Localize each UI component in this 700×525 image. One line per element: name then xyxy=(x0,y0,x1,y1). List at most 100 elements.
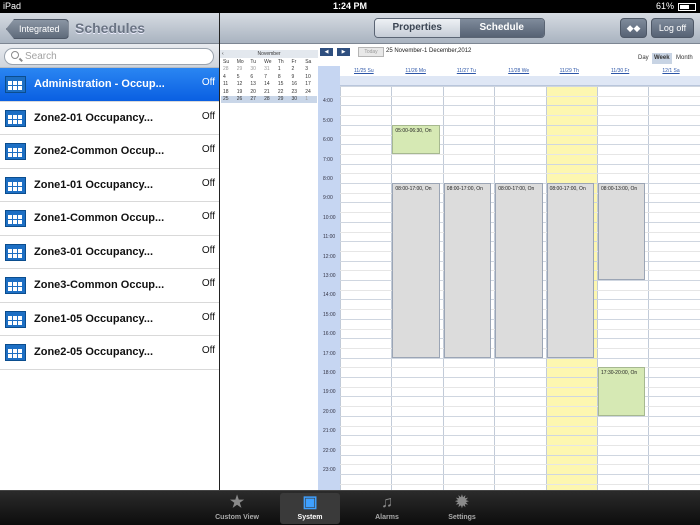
hour-label: 4:00 xyxy=(323,98,333,105)
schedule-state: Off xyxy=(201,211,215,222)
mini-calendar-day[interactable]: 21 xyxy=(262,88,276,96)
mini-calendar: ‹ November Su Mo Tu We Th Fr Sa 28 29 30 31 1 2 3 4 5 6 7… xyxy=(220,50,318,103)
schedule-name: Zone2-01 Occupancy... xyxy=(34,111,154,124)
schedule-name: Zone1-05 Occupancy... xyxy=(34,312,154,325)
mini-calendar-dow: Th xyxy=(277,58,284,65)
event-label: 08:00-17:00, On xyxy=(395,186,432,192)
mini-calendar-day[interactable]: 30 xyxy=(248,66,262,74)
half-hour-line xyxy=(340,406,700,408)
mini-calendar-day[interactable]: 30 xyxy=(289,95,304,103)
schedule-list-item[interactable]: Zone2-01 Occupancy... Off xyxy=(0,102,219,135)
search-input[interactable]: Search xyxy=(4,48,214,65)
mini-calendar-day[interactable]: 22 xyxy=(276,88,290,96)
mini-calendar-dow: Sa xyxy=(305,58,312,65)
mini-calendar-day[interactable]: 12 xyxy=(235,81,249,89)
mini-calendar-day[interactable]: 4 xyxy=(221,73,235,81)
mini-calendar-day[interactable]: 27 xyxy=(248,95,263,103)
day-header[interactable]: 11/30 Fr xyxy=(597,66,648,76)
schedule-list-item[interactable]: Zone1-Common Occup... Off xyxy=(0,202,219,236)
schedule-list-item[interactable]: Zone2-Common Occup... Off xyxy=(0,135,219,169)
schedule-state: Off xyxy=(201,177,215,189)
today-button[interactable]: Today xyxy=(358,47,384,57)
next-week-button[interactable]: ▶ xyxy=(337,48,350,56)
back-button[interactable]: Integrated xyxy=(6,19,69,39)
week-view-button[interactable]: Week xyxy=(652,53,672,64)
schedule-list-item[interactable]: Zone3-01 Occupancy... Off xyxy=(0,236,219,269)
schedule-list-item[interactable]: Zone1-01 Occupancy... Off xyxy=(0,169,219,202)
event-label: 17:30-20:00, On xyxy=(601,370,638,377)
day-column[interactable] xyxy=(597,86,648,490)
mini-calendar-day[interactable]: 17 xyxy=(303,81,317,89)
prev-week-button[interactable]: ◀ xyxy=(320,48,333,56)
mini-calendar-week: 28 29 30 31 1 2 3 xyxy=(221,66,317,74)
schedule-list-item[interactable]: Zone2-05 Occupancy... Off xyxy=(0,336,219,370)
hour-line xyxy=(340,105,700,107)
day-header[interactable]: 11/26 Mo xyxy=(391,66,442,76)
tab-schedule[interactable]: Schedule xyxy=(459,19,544,37)
mini-calendar-day[interactable]: 10 xyxy=(303,73,317,81)
mini-calendar-day[interactable]: 24 xyxy=(303,88,317,96)
log-off-button[interactable]: Log off xyxy=(651,18,694,38)
day-column[interactable] xyxy=(340,86,391,490)
hour-label: 15:00 xyxy=(323,311,336,318)
schedule-event[interactable]: 08:00-17:00, On xyxy=(495,183,543,358)
mini-calendar-day[interactable]: 25 xyxy=(221,95,235,103)
schedule-event[interactable]: 05:00-06:30, On xyxy=(392,124,440,154)
mini-calendar-day[interactable]: 15 xyxy=(276,81,290,89)
mini-calendar-day[interactable]: 19 xyxy=(235,88,249,96)
day-view-button[interactable]: Day xyxy=(636,53,651,64)
mini-calendar-day[interactable]: 7 xyxy=(262,73,276,81)
schedule-list-item[interactable]: Zone1-05 Occupancy... Off xyxy=(0,303,219,336)
battery-icon xyxy=(678,3,696,11)
schedule-icon xyxy=(5,243,26,261)
building-icon: ▣ xyxy=(302,494,318,511)
tab-settings[interactable]: ✹ Settings xyxy=(432,493,492,524)
tab-system[interactable]: ▣ System xyxy=(280,493,340,524)
prev-month-icon[interactable]: ‹ xyxy=(222,50,224,58)
mini-calendar-day[interactable]: 20 xyxy=(248,88,262,96)
tab-custom-view[interactable]: ★ Custom View xyxy=(207,493,267,524)
mini-calendar-day[interactable]: 11 xyxy=(221,81,235,89)
schedule-event[interactable]: 17:30-20:00, On xyxy=(598,367,646,416)
mini-calendar-day[interactable]: 16 xyxy=(290,81,304,89)
mini-calendar-day[interactable]: 8 xyxy=(276,73,290,81)
schedule-list-item[interactable]: Administration - Occup... Off xyxy=(0,68,219,102)
mini-calendar-day[interactable]: 2 xyxy=(290,66,304,74)
mini-calendar-day[interactable]: 13 xyxy=(248,81,262,89)
day-header[interactable]: 11/27 Tu xyxy=(443,66,494,76)
mini-calendar-day[interactable]: 1 xyxy=(276,66,290,74)
mini-calendar-day[interactable]: 14 xyxy=(262,81,276,89)
tab-alarms[interactable]: ♫ Alarms xyxy=(357,493,417,524)
mini-calendar-day[interactable]: 3 xyxy=(303,66,317,74)
day-header[interactable]: 12/1 Sa xyxy=(648,66,699,76)
day-header[interactable]: 11/29 Th xyxy=(546,66,597,76)
sync-button[interactable]: ◆◆ xyxy=(620,18,647,38)
hour-label: 13:00 xyxy=(323,273,336,279)
month-view-button[interactable]: Month xyxy=(674,53,695,64)
mini-calendar-day[interactable]: 28 xyxy=(221,66,235,74)
mini-calendar-day[interactable]: 28 xyxy=(262,95,276,103)
tab-properties[interactable]: Properties xyxy=(375,19,460,37)
mini-calendar-day[interactable]: 29 xyxy=(235,66,249,74)
mini-calendar-day[interactable]: 29 xyxy=(275,95,290,103)
mini-calendar-day[interactable]: 26 xyxy=(234,95,249,103)
day-header[interactable]: 11/25 Su xyxy=(340,66,391,76)
mini-calendar-day[interactable]: 23 xyxy=(290,88,304,96)
mini-calendar-day[interactable]: 18 xyxy=(221,88,235,96)
schedule-event[interactable]: 08:00-13:00, On xyxy=(598,183,646,280)
mini-calendar-day[interactable]: 1 xyxy=(303,95,317,103)
schedule-event[interactable]: 08:00-17:00, On xyxy=(443,183,492,358)
mini-calendar-day[interactable]: 31 xyxy=(262,66,276,74)
schedule-event[interactable]: 08:00-17:00, On xyxy=(392,183,440,358)
mini-calendar-day[interactable]: 6 xyxy=(248,73,262,81)
day-header[interactable]: 11/28 We xyxy=(494,66,545,76)
hour-line xyxy=(340,377,700,378)
star-icon: ★ xyxy=(229,494,245,511)
view-segment-control: Properties Schedule xyxy=(374,18,545,38)
schedule-event[interactable]: 08:00-17:00, On xyxy=(546,183,594,358)
mini-calendar-day[interactable]: 9 xyxy=(290,73,304,81)
mini-calendar-day[interactable]: 5 xyxy=(235,73,249,81)
schedule-list-item[interactable]: Zone3-Common Occup... Off xyxy=(0,269,219,303)
day-column[interactable] xyxy=(648,86,699,490)
pane-title: Schedules xyxy=(75,20,146,36)
